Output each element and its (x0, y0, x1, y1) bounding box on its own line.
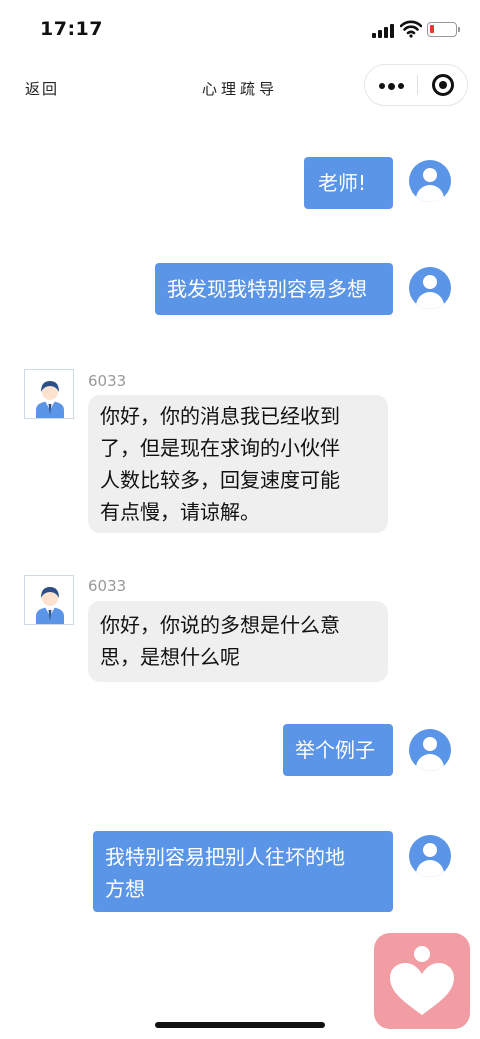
home-indicator[interactable] (155, 1022, 325, 1028)
message-line: 方想 (105, 877, 145, 901)
my-message-bubble[interactable]: 老师! (304, 157, 393, 209)
signal-icon (372, 24, 396, 38)
heart-person-icon[interactable] (374, 933, 470, 1029)
message-line: 了，但是现在求询的小伙伴 (100, 436, 340, 460)
counselor-avatar-icon[interactable] (24, 575, 74, 625)
status-time: 17:17 (40, 18, 103, 40)
message-line: 人数比较多，回复速度可能 (100, 468, 340, 492)
counselor-message-bubble[interactable]: 你好，你说的多想是什么意 思，是想什么呢 (88, 601, 388, 682)
my-message-bubble[interactable]: 举个例子 (283, 724, 393, 776)
mini-program-capsule (364, 64, 468, 106)
message-line: 我特别容易把别人往坏的地 (105, 845, 345, 869)
message-line: 你好，你说的多想是什么意 (100, 613, 340, 637)
back-button[interactable]: 返回 (25, 78, 59, 99)
status-bar: 17:17 (0, 0, 480, 62)
my-message-bubble[interactable]: 我发现我特别容易多想 (155, 263, 393, 315)
message-line: 你好，你的消息我已经收到 (100, 404, 340, 428)
target-icon[interactable] (418, 65, 468, 105)
nav-bar: 心理疏导 返回 (0, 62, 480, 112)
counselor-message-bubble[interactable]: 你好，你的消息我已经收到 了，但是现在求询的小伙伴 人数比较多，回复速度可能 有… (88, 395, 388, 533)
battery-icon (427, 22, 457, 37)
user-avatar-icon[interactable] (409, 160, 451, 202)
sender-name: 6033 (88, 577, 127, 595)
my-message-bubble[interactable]: 我特别容易把别人往坏的地 方想 (93, 831, 393, 912)
user-avatar-icon[interactable] (409, 835, 451, 877)
sender-name: 6033 (88, 372, 127, 390)
user-avatar-icon[interactable] (409, 729, 451, 771)
wifi-icon (399, 20, 423, 38)
user-avatar-icon[interactable] (409, 267, 451, 309)
message-line: 思，是想什么呢 (100, 645, 240, 669)
message-text: 老师! (318, 171, 367, 195)
battery-cap (458, 27, 460, 32)
message-line: 有点慢，请谅解。 (100, 500, 260, 524)
counselor-avatar-icon[interactable] (24, 369, 74, 419)
message-text: 我发现我特别容易多想 (167, 277, 367, 301)
more-dots-icon[interactable] (365, 65, 417, 105)
message-text: 举个例子 (295, 738, 375, 762)
